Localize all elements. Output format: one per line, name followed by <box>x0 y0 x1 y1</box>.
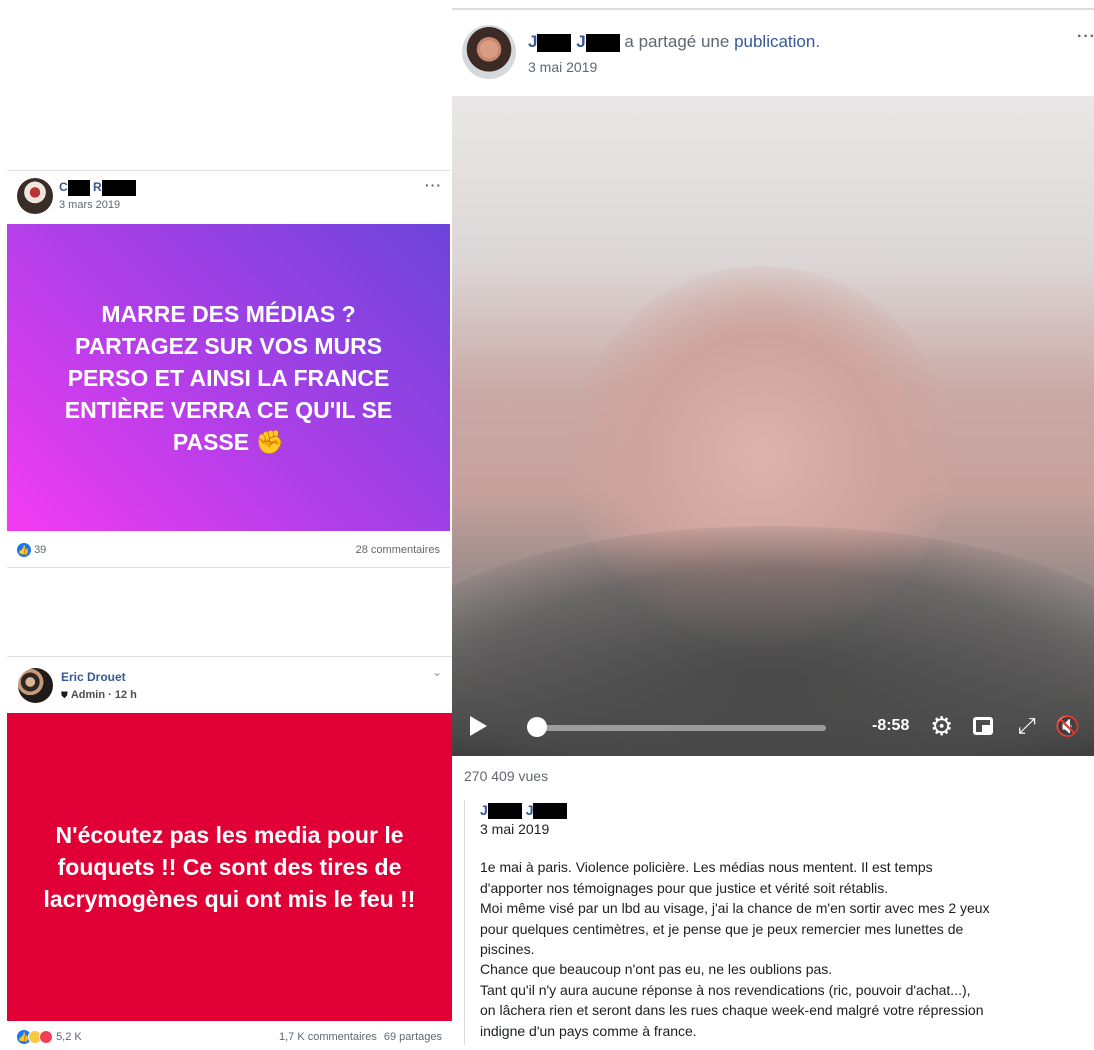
post-card-top-left: C R 3 mars 2019 ··· MARRE DES MÉDIAS ? P… <box>7 170 450 570</box>
shares-count[interactable]: 69 partages <box>384 1031 442 1043</box>
post-headline: J J a partagé une publication. <box>528 32 820 52</box>
picture-in-picture-icon[interactable] <box>973 717 993 735</box>
author-role: ⛊ Admin · 12 h <box>61 689 137 701</box>
quoted-line: piscines. <box>480 940 535 957</box>
reactions[interactable]: 👍 39 <box>17 543 46 557</box>
chevron-down-icon[interactable]: ⌄ <box>432 665 442 679</box>
post-text-background: MARRE DES MÉDIAS ? PARTAGEZ SUR VOS MURS… <box>7 224 450 531</box>
author-initial-last[interactable]: J <box>576 32 585 51</box>
quoted-initial-last: J <box>525 802 534 818</box>
redaction-bar <box>67 180 90 196</box>
quoted-line: 1e mai à paris. Violence policière. Les … <box>480 859 933 876</box>
quoted-line: on lâchera rien et seront dans les rues … <box>480 1002 984 1019</box>
quoted-post: J J 3 mai 2019 1e mai à paris. Violence … <box>464 800 1092 1045</box>
author-initial-last: R <box>93 180 102 195</box>
avatar[interactable] <box>462 25 516 79</box>
fullscreen-icon[interactable]: ⤢ <box>1018 713 1036 739</box>
redaction-bar <box>585 33 620 52</box>
more-options-icon[interactable]: ··· <box>425 177 442 193</box>
quoted-initial-first: J <box>480 802 488 818</box>
publication-link[interactable]: publication. <box>734 32 820 51</box>
play-icon[interactable] <box>470 716 487 736</box>
author-name[interactable]: C R <box>59 180 136 196</box>
post-message: MARRE DES MÉDIAS ? PARTAGEZ SUR VOS MURS… <box>64 300 393 455</box>
quoted-date[interactable]: 3 mai 2019 <box>480 821 1092 837</box>
view-count: 270 409 vues <box>464 768 549 784</box>
quoted-text: 1e mai à paris. Violence policière. Les … <box>480 857 1092 1041</box>
post-card-bottom-left: Eric Drouet ⛊ Admin · 12 h ⌄ N'écoutez p… <box>7 656 452 1050</box>
reactions-count: 5,2 K <box>56 1030 82 1043</box>
video-player[interactable]: -8:58 ⚙ ⤢ 🔇 <box>452 96 1094 756</box>
redaction-bar <box>537 33 572 52</box>
quoted-line: pour quelques centimètres, et je pense q… <box>480 920 964 937</box>
progress-handle[interactable] <box>527 717 547 737</box>
quoted-author[interactable]: J J <box>480 802 1092 820</box>
author-name[interactable]: Eric Drouet <box>61 670 126 684</box>
author-initial-first[interactable]: J <box>528 32 537 51</box>
avatar[interactable] <box>18 668 53 703</box>
comments-count[interactable]: 1,7 K commentaires <box>279 1031 377 1043</box>
like-icon: 👍 <box>17 543 31 557</box>
reactions-count: 39 <box>34 543 47 556</box>
quoted-line: Moi même visé par un lbd au visage, j'ai… <box>480 900 990 917</box>
post-header: C R 3 mars 2019 ··· <box>7 170 450 225</box>
video-controls: -8:58 ⚙ ⤢ 🔇 <box>452 700 1094 756</box>
post-date[interactable]: 3 mai 2019 <box>528 59 597 75</box>
time-remaining: -8:58 <box>872 717 910 734</box>
gear-icon[interactable]: ⚙ <box>930 711 953 742</box>
redaction-bar <box>533 803 568 820</box>
post-text-background: N'écoutez pas les media pour le fouquets… <box>7 713 452 1021</box>
post-message: N'écoutez pas les media pour le fouquets… <box>43 822 416 912</box>
comments-count[interactable]: 28 commentaires <box>356 544 440 556</box>
redaction-bar <box>487 803 522 820</box>
post-stats: 👍 5,2 K 1,7 K commentaires 69 partages <box>7 1021 452 1050</box>
post-header: Eric Drouet ⛊ Admin · 12 h ⌄ <box>7 656 452 714</box>
post-counts: 1,7 K commentaires 69 partages <box>279 1031 442 1043</box>
post-stats: 👍 39 28 commentaires <box>7 531 450 568</box>
progress-track[interactable] <box>532 725 826 731</box>
avatar[interactable] <box>17 178 53 214</box>
shared-video-post: J J a partagé une publication. 3 mai 201… <box>452 0 1094 1050</box>
admin-shield-icon: ⛊ <box>61 690 68 700</box>
more-options-icon[interactable]: ··· <box>1077 28 1094 46</box>
author-initial-first: C <box>59 180 68 195</box>
shared-text: a partagé une <box>624 32 730 51</box>
redaction-bar <box>101 180 136 196</box>
reactions[interactable]: 👍 5,2 K <box>17 1030 82 1044</box>
post-date[interactable]: 3 mars 2019 <box>59 199 120 211</box>
quoted-line: Tant qu'il n'y aura aucune réponse à nos… <box>480 981 971 998</box>
quoted-line: d'apporter nos témoignages pour que just… <box>480 879 889 896</box>
quoted-line: Chance que beaucoup n'ont pas eu, ne les… <box>480 961 833 978</box>
divider <box>452 8 1094 10</box>
quoted-line: indigne d'un pays comme à france. <box>480 1022 697 1039</box>
love-icon <box>39 1030 53 1044</box>
mute-icon[interactable]: 🔇 <box>1055 714 1080 739</box>
